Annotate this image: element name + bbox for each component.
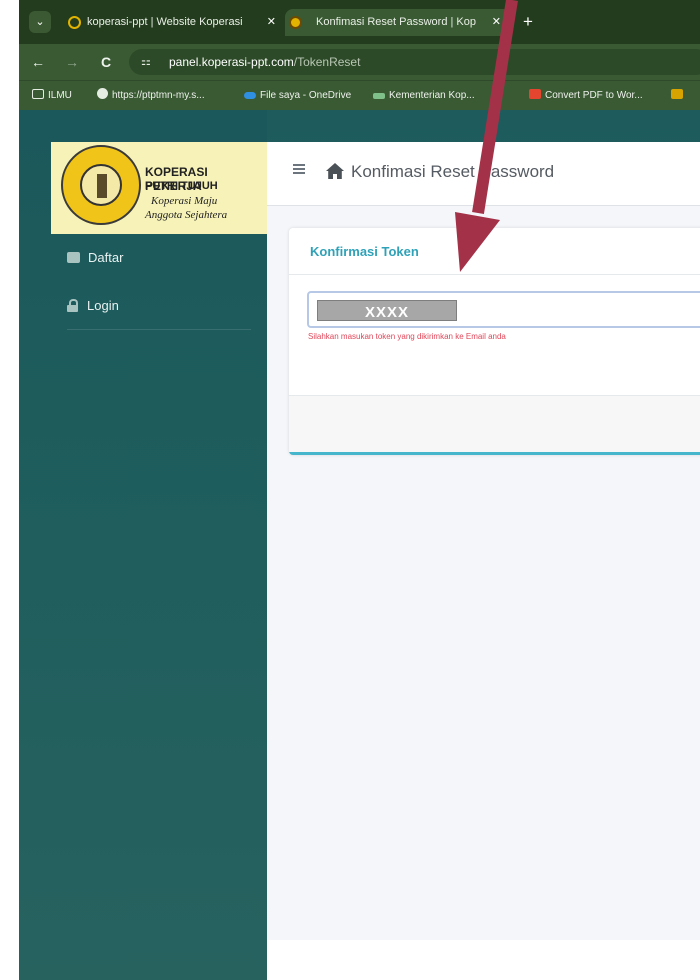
new-tab-button[interactable]: + — [523, 9, 543, 36]
tab-close-icon[interactable]: ✕ — [492, 9, 501, 36]
reload-button[interactable]: C — [101, 52, 111, 72]
onedrive-icon — [244, 92, 256, 99]
token-help-text: Silahkan masukan token yang dikirimkan k… — [308, 332, 506, 341]
bookmark-onedrive[interactable]: File saya - OneDrive — [244, 81, 351, 111]
bookmark-label: Convert PDF to Wor... — [545, 90, 643, 101]
favicon-icon — [68, 16, 81, 29]
pdf-icon — [529, 89, 541, 99]
sidebar-item-daftar[interactable]: Daftar — [67, 247, 123, 269]
home-icon[interactable] — [325, 162, 345, 180]
url-text: panel.koperasi-ppt.com/TokenReset — [169, 49, 360, 75]
bookmark-ptptmn[interactable]: https://ptptmn-my.s... — [97, 81, 205, 111]
bookmark-label: ILMU — [48, 90, 72, 101]
tab-close-icon[interactable]: ✕ — [267, 9, 276, 36]
brand-logo[interactable]: KOPERASI PEKERJA PUTRI TUJUH Koperasi Ma… — [51, 142, 267, 234]
top-navbar: Konfimasi Reset Password — [267, 142, 700, 206]
browser-tab-reset-password[interactable]: Konfimasi Reset Password | Kop ✕ — [285, 9, 511, 36]
card-footer — [289, 395, 700, 452]
cooperative-seal-icon — [61, 145, 141, 225]
bookmark-kementerian[interactable]: Kementerian Kop... — [373, 81, 475, 111]
card-title: Konfirmasi Token — [310, 244, 419, 259]
brand-motto-line1: Koperasi Maju — [151, 195, 218, 207]
globe-icon — [97, 88, 108, 99]
sidebar-item-label: Daftar — [88, 250, 124, 265]
tab-title: Konfimasi Reset Password | Kop — [316, 16, 476, 28]
brand-motto-line2: Anggota Sejahtera — [145, 209, 228, 221]
card-header: Konfirmasi Token — [289, 228, 700, 275]
sidebar-item-login[interactable]: Login — [67, 295, 119, 317]
favicon-icon — [289, 16, 302, 29]
lock-icon — [67, 299, 78, 312]
bookmark-ilmu[interactable]: ILMU — [32, 81, 72, 111]
browser-tab-koperasi[interactable]: koperasi-ppt | Website Koperasi ✕ — [64, 9, 286, 36]
browser-toolbar: ← → C ⚏ panel.koperasi-ppt.com/TokenRese… — [19, 44, 700, 80]
bookmark-label: https://ptptmn-my.s... — [112, 90, 205, 101]
bookmark-label: File saya - OneDrive — [260, 90, 352, 101]
bookmarks-bar: ILMU https://ptptmn-my.s... File saya - … — [19, 80, 700, 110]
ministry-icon — [373, 93, 385, 99]
tab-search-button[interactable]: ⌄ — [29, 11, 51, 33]
url-path: /TokenReset — [293, 55, 361, 69]
brand-name-line2: PUTRI TUJUH — [145, 180, 218, 192]
tower-emblem — [97, 174, 107, 198]
bookmark-pdf[interactable]: Convert PDF to Wor... — [529, 81, 643, 111]
bookmark-label: Kementerian Kop... — [389, 90, 475, 101]
url-domain: panel.koperasi-ppt.com — [169, 55, 294, 69]
koperasi-bookmark-icon — [671, 89, 683, 99]
back-button[interactable]: ← — [31, 52, 45, 72]
token-confirmation-card: Konfirmasi Token XXXX Silahkan masukan t… — [289, 228, 700, 455]
token-value: XXXX — [317, 300, 457, 321]
screenshot-margin — [0, 0, 19, 980]
menu-icon[interactable] — [293, 164, 305, 174]
sidebar-item-label: Login — [87, 298, 119, 313]
sidebar: KOPERASI PEKERJA PUTRI TUJUH Koperasi Ma… — [19, 110, 267, 980]
sidebar-divider — [67, 329, 251, 330]
id-card-icon — [67, 252, 80, 263]
address-bar[interactable]: ⚏ panel.koperasi-ppt.com/TokenReset — [129, 49, 700, 75]
seal-center — [80, 164, 122, 206]
page-footer-area — [267, 940, 700, 980]
token-input[interactable]: XXXX — [307, 291, 700, 328]
forward-button[interactable]: → — [65, 52, 79, 72]
bookmark-overflow[interactable] — [671, 81, 687, 111]
folder-icon — [32, 89, 44, 99]
site-info-icon[interactable]: ⚏ — [141, 49, 151, 75]
page-viewport: KOPERASI PEKERJA PUTRI TUJUH Koperasi Ma… — [19, 110, 700, 980]
browser-tab-bar: ⌄ koperasi-ppt | Website Koperasi ✕ Konf… — [19, 0, 700, 44]
tab-title: koperasi-ppt | Website Koperasi — [87, 16, 243, 28]
main-content: Konfimasi Reset Password Konfirmasi Toke… — [267, 142, 700, 940]
page-title: Konfimasi Reset Password — [351, 162, 555, 181]
